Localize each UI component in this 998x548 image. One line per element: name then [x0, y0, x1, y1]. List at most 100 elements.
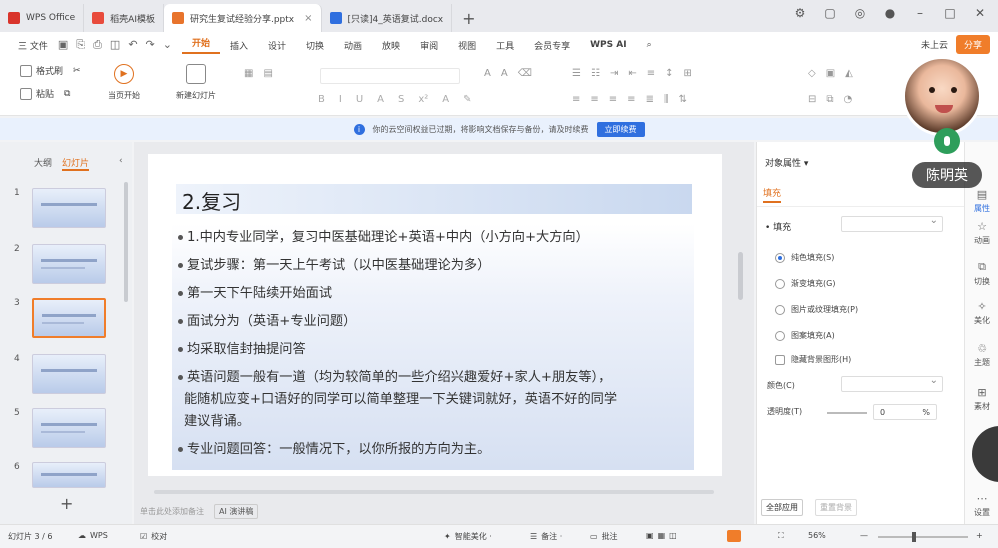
gradient-fill-radio[interactable]: 渐变填充(G) — [775, 278, 835, 289]
fit-window-icon[interactable]: ⛶ — [778, 531, 784, 541]
copy-icon[interactable]: ⧉ — [64, 89, 70, 99]
align-icon[interactable]: ≡ — [647, 68, 655, 79]
sidebar-item-settings[interactable]: ⋯ 设置 — [965, 492, 998, 518]
undo-icon[interactable]: ↶ — [128, 38, 137, 52]
italic-icon[interactable]: I — [339, 94, 342, 105]
underline-icon[interactable]: U — [356, 94, 363, 105]
layout-icon[interactable]: ▦ — [244, 68, 253, 79]
slide-thumbnail[interactable]: 2 — [14, 244, 106, 284]
color-dropdown[interactable] — [841, 375, 943, 392]
pattern-fill-radio[interactable]: 图案填充(A) — [775, 330, 835, 341]
reset-background-button[interactable]: 重置背景 — [815, 499, 857, 516]
cut-icon[interactable]: ✂ — [73, 66, 81, 76]
bullets-icon[interactable]: ☰ — [572, 68, 581, 79]
notes-toggle-button[interactable]: ☰ 备注 · — [530, 531, 562, 542]
search-icon[interactable]: ⌕ — [637, 40, 662, 50]
sidebar-item-theme[interactable]: ♲ 主题 — [965, 342, 998, 368]
menu-insert[interactable]: 插入 — [220, 39, 258, 52]
add-slide-button[interactable]: + — [60, 494, 73, 513]
tab-docer-ai[interactable]: 稻壳AI模板 — [84, 4, 164, 32]
outline-icon[interactable]: ◔ — [844, 94, 853, 105]
superscript-icon[interactable]: x² — [418, 94, 428, 105]
canvas-horizontal-scrollbar[interactable] — [154, 490, 714, 494]
menu-animation[interactable]: 动画 — [334, 39, 372, 52]
zoom-in-icon[interactable]: + — [976, 531, 983, 540]
picture-fill-radio[interactable]: 图片或纹理填充(P) — [775, 304, 858, 315]
zoom-level[interactable]: 56% — [808, 531, 826, 540]
preview-icon[interactable]: ◫ — [110, 38, 120, 52]
sorter-view-icon[interactable]: ▦ — [658, 531, 666, 540]
chevron-down-icon[interactable]: ⌄ — [163, 38, 172, 52]
fill-icon[interactable]: ◭ — [845, 68, 853, 79]
shape-icon[interactable]: ◇ — [808, 68, 816, 79]
zoom-slider[interactable] — [878, 536, 968, 538]
menu-review[interactable]: 审阅 — [410, 39, 448, 52]
menu-design[interactable]: 设计 — [258, 39, 296, 52]
fill-section-label[interactable]: • 填充 — [765, 220, 791, 233]
highlight-icon[interactable]: ✎ — [463, 94, 471, 105]
font-color-icon[interactable]: A — [442, 94, 449, 105]
zoom-out-icon[interactable]: — — [860, 531, 868, 540]
wps-status-button[interactable]: ☁ WPS — [78, 531, 108, 540]
wps-ai-button[interactable]: WPS AI — [580, 40, 636, 50]
smart-beautify-button[interactable]: ✦ 智能美化 · — [444, 531, 492, 542]
strikethrough-icon[interactable]: A — [377, 94, 384, 105]
notes-area[interactable]: 单击此处添加备注 AI 演讲稿 — [140, 504, 259, 519]
window-close-icon[interactable]: ✕ — [972, 6, 988, 20]
transparency-input[interactable]: 0 % — [873, 404, 937, 420]
slide-thumbnail[interactable]: 5 — [14, 408, 106, 448]
clear-format-icon[interactable]: ⌫ — [518, 68, 532, 79]
share-button[interactable]: 分享 — [955, 35, 990, 54]
reading-view-icon[interactable]: ◫ — [669, 531, 677, 540]
zoom-slider-knob[interactable] — [912, 532, 916, 542]
bold-icon[interactable]: B — [318, 94, 325, 105]
section-icon[interactable]: ▤ — [263, 68, 272, 79]
proofread-button[interactable]: ☑ 校对 — [140, 531, 167, 542]
file-menu[interactable]: 三 文件 — [8, 39, 58, 52]
tab-docx[interactable]: [只读]4_英语复试.docx — [322, 4, 453, 32]
slide-thumbnail[interactable]: 1 — [14, 188, 106, 228]
sidebar-item-beautify[interactable]: ✧ 美化 — [965, 300, 998, 326]
avatar-icon[interactable]: ● — [882, 6, 898, 20]
tab-outline[interactable]: 大纲 — [34, 156, 52, 171]
text-direction-icon[interactable]: ⇅ — [679, 94, 687, 105]
slide-thumbnail[interactable]: 4 — [14, 354, 106, 394]
tab-wps-office[interactable]: WPS Office — [0, 4, 85, 32]
settings-icon[interactable]: ⚙ — [792, 6, 808, 20]
outdent-icon[interactable]: ⇤ — [628, 68, 636, 79]
notes-placeholder[interactable]: 单击此处添加备注 — [140, 506, 204, 517]
menu-home[interactable]: 开始 — [181, 36, 220, 54]
normal-view-icon[interactable]: ▣ — [646, 531, 654, 540]
new-slide-button[interactable]: 新建幻灯片 — [176, 64, 216, 101]
print-icon[interactable]: ⎙ — [93, 38, 102, 52]
fill-type-dropdown[interactable] — [841, 215, 943, 232]
slide-thumbnail[interactable]: 3 — [14, 298, 106, 338]
align-left-icon[interactable]: ≡ — [572, 94, 580, 105]
skin-icon[interactable]: ◎ — [852, 6, 868, 20]
panel-title[interactable]: 对象属性 ▾ — [765, 156, 808, 169]
line-spacing-icon[interactable]: ↕ — [665, 68, 673, 79]
text-box-icon[interactable]: ⊞ — [684, 68, 692, 79]
menu-slideshow[interactable]: 放映 — [372, 39, 410, 52]
group-icon[interactable]: ⧉ — [826, 94, 833, 105]
ai-speech-button[interactable]: AI 演讲稿 — [214, 504, 259, 519]
new-tab-button[interactable]: + — [452, 4, 485, 32]
close-icon[interactable]: × — [304, 13, 312, 24]
maximize-icon[interactable]: □ — [942, 6, 958, 20]
format-painter-button[interactable]: 格式刷 ✂ — [20, 64, 81, 77]
renew-button[interactable]: 立即续费 — [596, 121, 645, 137]
minimize-icon[interactable]: – — [912, 6, 928, 20]
slide-title[interactable]: 2.复习 — [182, 186, 241, 215]
cloud-status-button[interactable]: 未上云 — [921, 38, 948, 51]
slide-thumbnail[interactable]: 6 — [14, 462, 106, 488]
menu-member[interactable]: 会员专享 — [524, 39, 580, 52]
tab-pptx[interactable]: 研究生复试经验分享.pptx × — [163, 4, 322, 32]
menu-tools[interactable]: 工具 — [486, 39, 524, 52]
menu-view[interactable]: 视图 — [448, 39, 486, 52]
transparency-slider[interactable] — [827, 412, 867, 414]
start-show-button[interactable]: ▶ 当页开始 — [108, 64, 140, 101]
layout-icon[interactable]: ▢ — [822, 6, 838, 20]
sidebar-item-properties[interactable]: ▤ 属性 — [965, 188, 998, 214]
solid-fill-radio[interactable]: 纯色填充(S) — [775, 252, 834, 263]
distribute-icon[interactable]: ≣ — [646, 94, 654, 105]
